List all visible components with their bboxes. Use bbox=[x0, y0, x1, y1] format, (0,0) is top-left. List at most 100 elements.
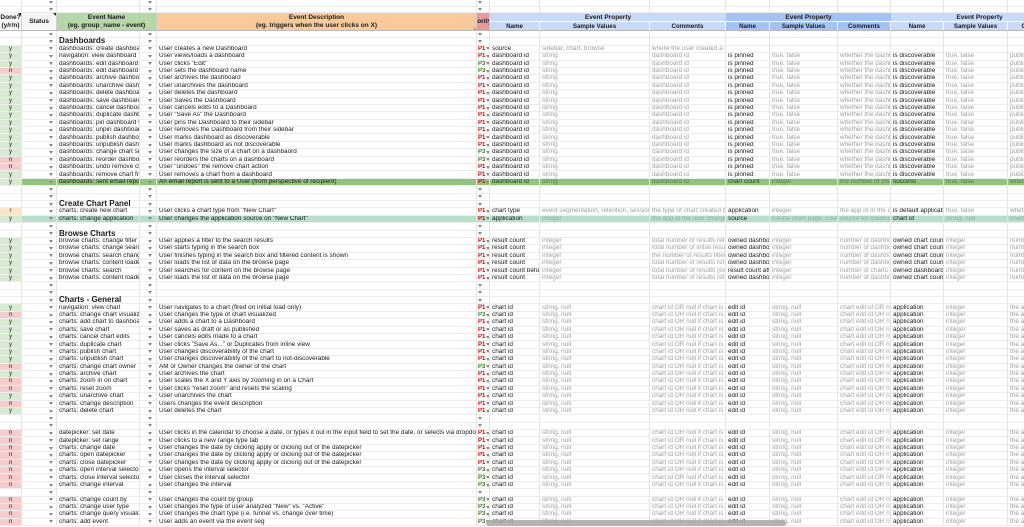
prop-comment-cell[interactable]: number of dashboards bbox=[838, 238, 891, 244]
prop-comment-cell[interactable] bbox=[1008, 415, 1024, 421]
priority-cell[interactable]: P1 bbox=[477, 53, 490, 59]
prop-sample-cell[interactable]: true, false bbox=[770, 142, 838, 148]
status-cell[interactable] bbox=[22, 112, 57, 118]
dropdown-icon[interactable] bbox=[49, 47, 53, 50]
event-name-cell[interactable]: charts: change interval bbox=[57, 482, 140, 488]
event-name-cell[interactable]: charts: add event bbox=[57, 519, 140, 525]
prop-sample-cell[interactable]: integer bbox=[770, 245, 838, 251]
prop-name-cell[interactable]: chart id bbox=[490, 304, 540, 310]
status-cell[interactable] bbox=[22, 445, 57, 451]
prop-comment-cell[interactable]: published dashboards are discoverable bbox=[1008, 61, 1024, 67]
done-cell[interactable]: n bbox=[0, 157, 22, 163]
event-description-cell[interactable]: User clicks a chart type from "New Chart… bbox=[157, 208, 477, 214]
prop-name-cell[interactable] bbox=[891, 38, 944, 44]
status-cell[interactable] bbox=[22, 349, 57, 355]
name-dropdown-cell[interactable] bbox=[140, 201, 157, 207]
event-description-cell[interactable]: User creates a new Dashboard bbox=[157, 46, 477, 52]
prop-name-cell[interactable]: edit id bbox=[726, 430, 770, 436]
prop-name-cell[interactable]: edit id bbox=[726, 386, 770, 392]
event-description-cell[interactable]: User changes discoverability of the char… bbox=[157, 356, 477, 362]
prop-name-cell[interactable]: application bbox=[891, 334, 944, 340]
name-dropdown-cell[interactable] bbox=[140, 474, 157, 480]
status-cell[interactable] bbox=[22, 31, 57, 37]
prop-sample-cell[interactable]: integer bbox=[944, 519, 1008, 525]
done-cell[interactable]: y bbox=[0, 149, 22, 155]
prop-comment-cell[interactable]: the application id bbox=[1008, 371, 1024, 377]
done-cell[interactable] bbox=[0, 231, 22, 237]
prop-comment-cell[interactable]: whether the app is default bbox=[1008, 208, 1024, 214]
priority-cell[interactable] bbox=[477, 38, 490, 44]
event-description-cell[interactable]: AM or Owner changes the owner of the cha… bbox=[157, 364, 477, 370]
prop-sample-cell[interactable]: integer bbox=[944, 268, 1008, 274]
prop-sample-cell[interactable]: true, false bbox=[944, 127, 1008, 133]
prop-comment-cell[interactable]: the number of results filtered bbox=[650, 253, 726, 259]
dropdown-icon[interactable] bbox=[478, 284, 482, 287]
prop-sample-cell[interactable]: string, null bbox=[540, 474, 650, 480]
event-description-cell[interactable]: User searches for content on the browse … bbox=[157, 268, 477, 274]
prop-name-cell[interactable]: application bbox=[891, 460, 944, 466]
event-description-cell[interactable]: User clicks "reset zoom" and resets the … bbox=[157, 386, 477, 392]
prop-name-cell[interactable] bbox=[891, 0, 944, 6]
name-dropdown-cell[interactable] bbox=[140, 31, 157, 37]
prop-comment-cell[interactable] bbox=[838, 290, 891, 296]
column-header-status[interactable]: Status bbox=[22, 13, 57, 30]
done-cell[interactable]: y bbox=[0, 253, 22, 259]
event-name-cell[interactable]: dashboards: reorder dashboard bbox=[57, 157, 140, 163]
prop-sample-cell[interactable]: string, null bbox=[540, 511, 650, 517]
prop-name-cell[interactable] bbox=[726, 186, 770, 192]
dropdown-icon[interactable] bbox=[49, 417, 53, 420]
name-dropdown-cell[interactable] bbox=[140, 482, 157, 488]
prop-sample-cell[interactable]: integer bbox=[944, 393, 1008, 399]
prop-sample-cell[interactable]: integer bbox=[944, 260, 1008, 266]
prop-sample-cell[interactable]: string, null bbox=[540, 430, 650, 436]
prop-comment-cell[interactable]: chart edit id OR null i bbox=[838, 356, 891, 362]
name-dropdown-cell[interactable] bbox=[140, 171, 157, 177]
dropdown-icon[interactable] bbox=[49, 181, 53, 184]
done-cell[interactable] bbox=[0, 194, 22, 200]
event-description-cell[interactable] bbox=[157, 186, 477, 192]
dropdown-icon[interactable] bbox=[49, 77, 53, 80]
dropdown-icon[interactable] bbox=[49, 55, 53, 58]
prop-comment-cell[interactable]: published dashboards are discoverable bbox=[1008, 149, 1024, 155]
prop-comment-cell[interactable] bbox=[650, 201, 726, 207]
prop-sample-cell[interactable] bbox=[770, 223, 838, 229]
prop-sample-cell[interactable]: true, false bbox=[944, 120, 1008, 126]
event-description-cell[interactable]: An email report is sent to a User (from … bbox=[157, 179, 477, 185]
prop-sample-cell[interactable]: string bbox=[540, 164, 650, 170]
prop-name-cell[interactable]: owned chart count bbox=[891, 238, 944, 244]
prop-sample-cell[interactable]: string, null bbox=[770, 445, 838, 451]
prop-comment-cell[interactable]: the application id bbox=[1008, 482, 1024, 488]
dropdown-icon[interactable] bbox=[49, 506, 53, 509]
prop-sample-cell[interactable]: string bbox=[540, 157, 650, 163]
prop-sample-values-header[interactable]: Sample Values bbox=[770, 22, 838, 30]
prop-name-cell[interactable]: chart id bbox=[891, 216, 944, 222]
prop-name-cell[interactable]: edit id bbox=[726, 511, 770, 517]
priority-cell[interactable] bbox=[477, 0, 490, 6]
done-cell[interactable] bbox=[0, 282, 22, 288]
prop-name-cell[interactable]: chart type bbox=[490, 208, 540, 214]
prop-comment-cell[interactable] bbox=[650, 31, 726, 37]
prop-name-cell[interactable]: is discoverable bbox=[891, 90, 944, 96]
prop-sample-cell[interactable]: string, null bbox=[540, 304, 650, 310]
name-dropdown-cell[interactable] bbox=[140, 401, 157, 407]
event-name-cell[interactable]: dashboards: remove chart from dashboard bbox=[57, 171, 140, 177]
dropdown-icon[interactable] bbox=[49, 62, 53, 65]
prop-comment-cell[interactable]: the app id the user changed to bbox=[650, 216, 726, 222]
prop-comment-cell[interactable] bbox=[650, 0, 726, 6]
priority-cell[interactable]: P1 bbox=[477, 268, 490, 274]
priority-cell[interactable]: P1 bbox=[477, 430, 490, 436]
prop-name-cell[interactable]: dashboard id bbox=[490, 83, 540, 89]
prop-name-cell[interactable]: owned chart count bbox=[891, 245, 944, 251]
prop-comment-cell[interactable]: the application id bbox=[1008, 334, 1024, 340]
dropdown-icon[interactable] bbox=[49, 262, 53, 265]
prop-sample-cell[interactable]: string, null bbox=[540, 319, 650, 325]
prop-comment-cell[interactable] bbox=[838, 7, 891, 13]
priority-cell[interactable]: P1 bbox=[477, 90, 490, 96]
prop-sample-cell[interactable]: true, false bbox=[770, 90, 838, 96]
prop-comment-cell[interactable]: chart id OR null if chart is u bbox=[650, 304, 726, 310]
prop-name-cell[interactable]: is pinned bbox=[726, 142, 770, 148]
prop-sample-cell[interactable] bbox=[540, 231, 650, 237]
event-name-cell[interactable]: dashboards: unpublish dashboard bbox=[57, 142, 140, 148]
prop-name-cell[interactable]: is discoverable bbox=[891, 134, 944, 140]
prop-comment-cell[interactable] bbox=[650, 297, 726, 303]
